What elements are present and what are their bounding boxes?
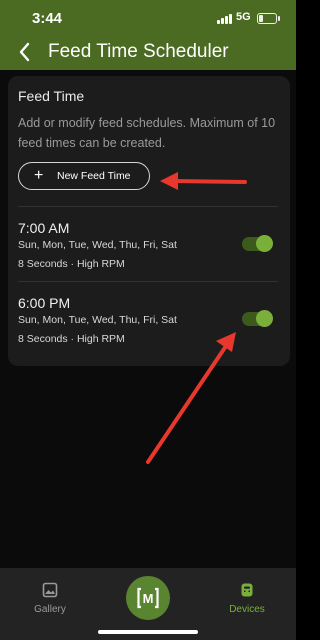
network-label: 5G <box>236 11 251 23</box>
schedule-days: Sun, Mon, Tue, Wed, Thu, Fri, Sat <box>18 239 177 251</box>
device-icon <box>241 583 253 597</box>
schedule-days: Sun, Mon, Tue, Wed, Thu, Fri, Sat <box>18 314 177 326</box>
schedule-toggle[interactable] <box>242 310 273 327</box>
nav-item-devices[interactable]: Devices <box>217 580 277 620</box>
schedule-time: 7:00 AM <box>18 220 70 236</box>
card-description: Add or modify feed schedules. Maximum of… <box>18 116 276 150</box>
schedule-toggle[interactable] <box>242 235 273 252</box>
status-time: 3:44 <box>32 10 63 27</box>
card-title: Feed Time <box>18 88 85 104</box>
back-button[interactable] <box>16 40 34 64</box>
nav-label-gallery: Gallery <box>34 604 66 615</box>
nav-label-devices: Devices <box>229 604 265 615</box>
home-logo-button[interactable]: M <box>126 576 170 620</box>
title-bar: Feed Time Scheduler <box>0 36 296 70</box>
image-icon <box>42 582 58 598</box>
home-indicator <box>98 630 198 634</box>
schedule-details: 8 Seconds · High RPM <box>18 333 125 345</box>
status-bar: 3:44 5G <box>0 0 296 36</box>
battery-level <box>259 15 263 22</box>
feed-time-card: Feed Time Add or modify feed schedules. … <box>8 76 290 366</box>
page-title: Feed Time Scheduler <box>48 41 229 62</box>
logo-icon: M <box>137 587 159 609</box>
new-feed-time-button[interactable]: + New Feed Time <box>18 162 150 190</box>
toggle-knob <box>256 235 273 252</box>
schedule-time: 6:00 PM <box>18 295 71 311</box>
schedule-row[interactable]: 6:00 PM Sun, Mon, Tue, Wed, Thu, Fri, Sa… <box>8 283 290 353</box>
signal-icon <box>217 14 233 24</box>
schedule-details: 8 Seconds · High RPM <box>18 258 125 270</box>
logo-letter: M <box>143 591 154 606</box>
new-feed-time-label: New Feed Time <box>57 170 131 182</box>
app-header: 3:44 5G Feed Time Scheduler <box>0 0 296 70</box>
toggle-knob <box>256 310 273 327</box>
divider <box>18 206 278 207</box>
battery-icon <box>257 13 280 24</box>
schedule-row[interactable]: 7:00 AM Sun, Mon, Tue, Wed, Thu, Fri, Sa… <box>8 208 290 278</box>
divider <box>18 281 278 282</box>
chevron-left-icon <box>19 42 30 62</box>
nav-item-gallery[interactable]: Gallery <box>20 580 80 620</box>
plus-icon: + <box>34 167 44 184</box>
